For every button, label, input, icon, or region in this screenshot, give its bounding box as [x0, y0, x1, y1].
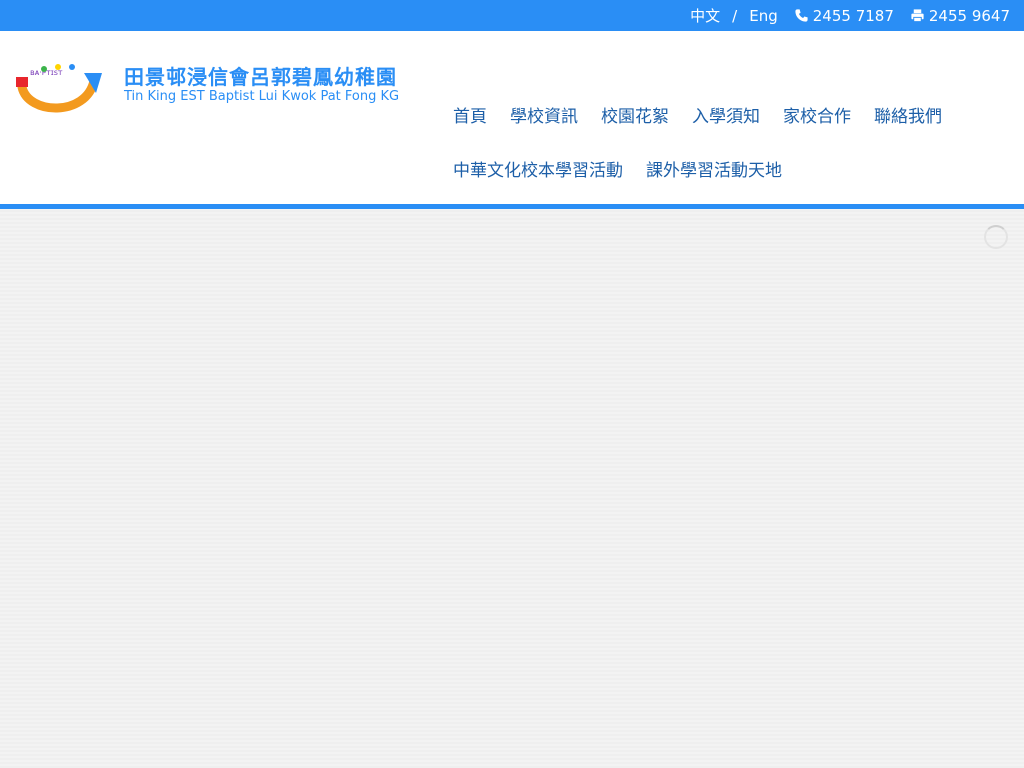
nav-contact-us[interactable]: 聯絡我們 — [874, 102, 942, 127]
nav-extracurricular[interactable]: 課外學習活動天地 — [646, 156, 782, 181]
school-name-zh: 田景邨浸信會呂郭碧鳳幼稚園 — [124, 65, 397, 89]
lang-zh-link[interactable]: 中文 — [690, 5, 720, 26]
fax-number: 2455 9647 — [928, 6, 1010, 25]
phone-contact[interactable]: 2455 7187 — [794, 7, 894, 25]
top-bar: 中文 / Eng 2455 7187 2455 9647 — [0, 0, 1024, 31]
loading-spinner-icon — [984, 225, 1008, 249]
nav-home[interactable]: 首頁 — [453, 102, 487, 127]
nav-chinese-culture[interactable]: 中華文化校本學習活動 — [453, 156, 623, 181]
fax-contact[interactable]: 2455 9647 — [910, 7, 1010, 25]
school-logo[interactable]: ʙᴀ·ᴘᴛɪsᴛ — [14, 55, 104, 115]
nav-row-1: 首頁 學校資訊 校園花絮 入學須知 家校合作 聯絡我們 — [453, 87, 1013, 141]
nav-row-2: 中華文化校本學習活動 課外學習活動天地 — [453, 141, 1013, 195]
phone-icon — [795, 9, 808, 22]
nav-home-school[interactable]: 家校合作 — [783, 102, 851, 127]
main-content-area — [0, 209, 1024, 768]
main-nav: 首頁 學校資訊 校園花絮 入學須知 家校合作 聯絡我們 中華文化校本學習活動 課… — [453, 87, 1013, 195]
site-header: ʙᴀ·ᴘᴛɪsᴛ 田景邨浸信會呂郭碧鳳幼稚園 Tin King EST Bapt… — [0, 31, 1024, 204]
fax-icon — [911, 9, 924, 23]
phone-number: 2455 7187 — [812, 6, 894, 25]
nav-school-info[interactable]: 學校資訊 — [510, 102, 578, 127]
nav-campus-highlights[interactable]: 校園花絮 — [601, 102, 669, 127]
lang-en-link[interactable]: Eng — [749, 7, 778, 25]
lang-separator: / — [732, 6, 738, 25]
nav-admission[interactable]: 入學須知 — [692, 102, 760, 127]
school-name-en: Tin King EST Baptist Lui Kwok Pat Fong K… — [124, 89, 400, 104]
